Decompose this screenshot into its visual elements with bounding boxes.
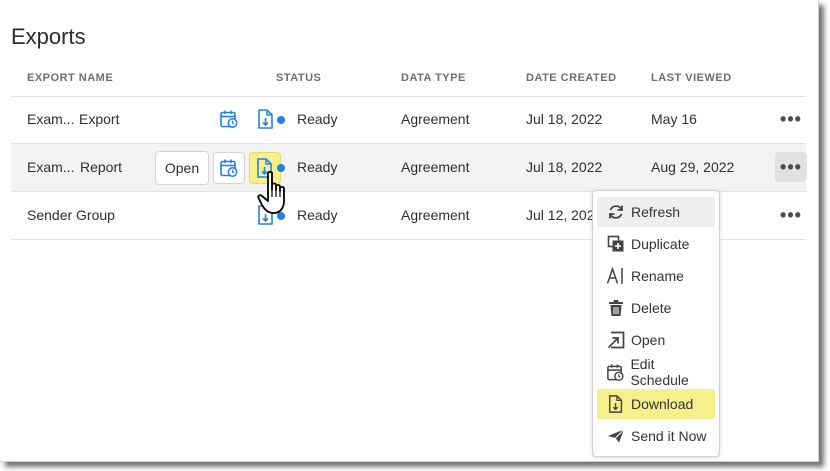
calendar-clock-icon bbox=[607, 363, 624, 381]
menu-item-open[interactable]: Open bbox=[597, 325, 715, 355]
trash-icon bbox=[609, 300, 623, 316]
table-row[interactable]: Exam... Report Open Ready Agreement Jul … bbox=[11, 144, 807, 192]
menu-item-label: Delete bbox=[631, 300, 672, 316]
open-button[interactable]: Open bbox=[155, 151, 209, 185]
exports-panel: Exports EXPORT NAME STATUS DATA TYPE DAT… bbox=[0, 0, 819, 462]
edit-schedule-button[interactable] bbox=[214, 104, 244, 134]
status-text: Ready bbox=[297, 111, 338, 127]
more-actions-button[interactable]: ••• bbox=[775, 200, 807, 230]
column-header-export-name[interactable]: EXPORT NAME bbox=[27, 72, 113, 84]
row-actions-menu: Refresh Duplicate Rename Delete Open Edi… bbox=[592, 190, 720, 457]
status-text: Ready bbox=[297, 159, 338, 175]
more-icon: ••• bbox=[780, 108, 802, 129]
open-icon bbox=[607, 331, 625, 349]
column-header-last-viewed[interactable]: LAST VIEWED bbox=[651, 72, 732, 84]
export-name-suffix: Export bbox=[79, 111, 120, 127]
column-header-data-type[interactable]: DATA TYPE bbox=[401, 72, 466, 84]
date-created: Jul 18, 2022 bbox=[526, 159, 603, 175]
menu-item-label: Duplicate bbox=[631, 236, 690, 252]
edit-schedule-button[interactable] bbox=[213, 152, 245, 184]
hand-pointer-cursor bbox=[257, 170, 285, 214]
menu-item-label: Send it Now bbox=[631, 428, 707, 444]
menu-item-label: Edit Schedule bbox=[630, 356, 689, 388]
page-title: Exports bbox=[11, 24, 86, 49]
refresh-icon bbox=[609, 205, 623, 219]
menu-item-duplicate[interactable]: Duplicate bbox=[597, 229, 715, 259]
menu-item-delete[interactable]: Delete bbox=[597, 293, 715, 323]
export-name: Sender Group bbox=[27, 207, 115, 223]
calendar-clock-icon bbox=[220, 159, 238, 177]
duplicate-icon bbox=[607, 235, 624, 252]
data-type: Agreement bbox=[401, 159, 470, 175]
menu-item-rename[interactable]: Rename bbox=[597, 261, 715, 291]
download-icon bbox=[608, 395, 623, 413]
send-icon bbox=[608, 429, 625, 443]
column-header-status[interactable]: STATUS bbox=[276, 72, 321, 84]
menu-item-refresh[interactable]: Refresh bbox=[597, 197, 715, 227]
status-text: Ready bbox=[297, 207, 338, 223]
last-viewed: May 16 bbox=[651, 111, 697, 127]
menu-item-label: Refresh bbox=[631, 204, 681, 220]
data-type: Agreement bbox=[401, 111, 470, 127]
table-header: EXPORT NAME STATUS DATA TYPE DATE CREATE… bbox=[11, 62, 806, 97]
menu-item-label: Rename bbox=[631, 268, 684, 284]
more-icon: ••• bbox=[780, 156, 802, 177]
download-icon bbox=[258, 109, 273, 129]
table-row[interactable]: Exam... Export Ready Agreement Jul 18, 2… bbox=[11, 96, 806, 144]
date-created: Jul 18, 2022 bbox=[526, 111, 603, 127]
menu-item-send-it-now[interactable]: Send it Now bbox=[597, 421, 715, 451]
column-header-date-created[interactable]: DATE CREATED bbox=[526, 72, 617, 84]
export-name-suffix: Report bbox=[80, 159, 123, 175]
menu-item-label: Open bbox=[631, 332, 666, 348]
menu-item-download[interactable]: Download bbox=[597, 389, 715, 419]
more-actions-button[interactable]: ••• bbox=[775, 152, 807, 182]
status-indicator bbox=[277, 116, 285, 124]
menu-item-edit-schedule[interactable]: Edit Schedule bbox=[597, 356, 715, 388]
date-created: Jul 12, 2022 bbox=[526, 207, 603, 223]
menu-item-label: Download bbox=[631, 396, 694, 412]
more-icon: ••• bbox=[780, 204, 802, 225]
data-type: Agreement bbox=[401, 207, 470, 223]
rename-icon bbox=[606, 267, 623, 284]
calendar-clock-icon bbox=[220, 110, 238, 128]
export-name-prefix: Exam... bbox=[27, 111, 75, 127]
export-name-prefix: Exam... bbox=[27, 159, 75, 175]
last-viewed: Aug 29, 2022 bbox=[651, 159, 735, 175]
more-actions-button[interactable]: ••• bbox=[775, 104, 807, 134]
